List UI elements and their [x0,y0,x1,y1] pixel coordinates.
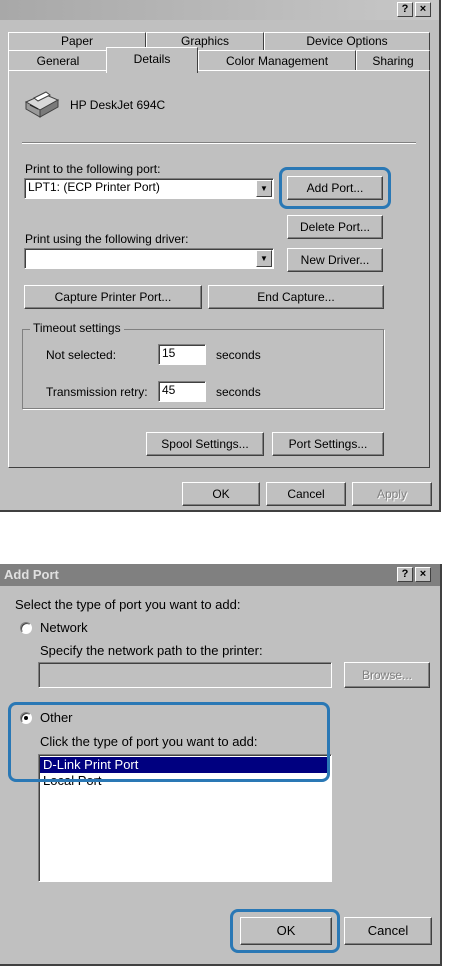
cancel-button[interactable]: Cancel [266,482,346,506]
tab-color-management[interactable]: Color Management [198,50,356,70]
new-driver-button[interactable]: New Driver... [287,248,383,272]
add-port-dialog: Add Port ? × Select the type of port you… [0,564,442,966]
tab-details[interactable]: Details [106,47,198,73]
tab-device-options[interactable]: Device Options [264,32,430,50]
retry-label: Transmission retry: [46,385,148,399]
help-button[interactable]: ? [397,567,413,582]
browse-button: Browse... [344,662,430,688]
capture-printer-port-button[interactable]: Capture Printer Port... [24,285,202,309]
delete-port-button[interactable]: Delete Port... [287,215,383,239]
add-port-titlebar: Add Port ? × [0,564,440,586]
printer-properties-dialog: ? × Paper Graphics Device Options Genera… [0,0,441,512]
network-radio[interactable] [20,622,32,634]
network-sub-label: Specify the network path to the printer: [40,643,263,658]
print-to-label: Print to the following port: [25,162,161,176]
driver-label: Print using the following driver: [25,232,189,246]
port-settings-button[interactable]: Port Settings... [272,432,384,456]
retry-input[interactable]: 45 [158,381,206,402]
titlebar: ? × [0,0,439,20]
spool-settings-button[interactable]: Spool Settings... [146,432,264,456]
tab-sharing[interactable]: Sharing [356,50,430,70]
add-port-title: Add Port [4,567,59,582]
apply-button: Apply [352,482,432,506]
ok-highlight [230,909,340,953]
not-selected-label: Not selected: [46,348,117,362]
network-path-input [38,662,332,688]
port-select[interactable]: LPT1: (ECP Printer Port) [24,178,274,199]
printer-name: HP DeskJet 694C [70,98,166,112]
not-selected-value: 15 [162,346,176,360]
add-port-prompt: Select the type of port you want to add: [15,597,241,612]
port-dropdown-button[interactable]: ▼ [256,180,272,197]
port-value: LPT1: (ECP Printer Port) [28,180,160,194]
help-button[interactable]: ? [397,2,413,17]
timeout-title: Timeout settings [30,321,124,335]
add-port-highlight [279,167,391,209]
close-button[interactable]: × [415,567,431,582]
close-button[interactable]: × [415,2,431,17]
network-label: Network [40,620,88,635]
end-capture-button[interactable]: End Capture... [208,285,384,309]
retry-value: 45 [162,383,176,397]
seconds-label-1: seconds [216,348,261,362]
separator [22,142,416,144]
ok-button[interactable]: OK [182,482,260,506]
tab-general[interactable]: General [8,50,108,70]
not-selected-input[interactable]: 15 [158,344,206,365]
printer-icon [24,91,60,118]
seconds-label-2: seconds [216,385,261,399]
other-highlight [8,702,330,782]
driver-dropdown-button[interactable]: ▼ [256,250,272,267]
add-port-cancel-button[interactable]: Cancel [344,917,432,945]
driver-select[interactable] [24,248,274,269]
